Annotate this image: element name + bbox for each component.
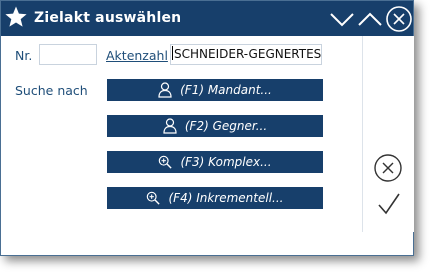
ok-button[interactable]: [375, 191, 403, 217]
title-bar: Zielakt auswählen: [1, 1, 413, 36]
minimize-button[interactable]: [329, 7, 355, 31]
inkrementell-search-button[interactable]: (F4) Inkrementell...: [107, 187, 323, 209]
close-circle-icon: [386, 6, 412, 32]
aktenzahl-label: Aktenzahl: [106, 48, 168, 63]
inkrementell-button-label: (F4) Inkrementell...: [168, 191, 284, 205]
dialog-window: Zielakt auswählen Nr. Aktenzahl SCHNEIDE…: [0, 0, 414, 256]
window-title: Zielakt auswählen: [34, 10, 182, 26]
mandant-button-label: (F1) Mandant...: [180, 83, 272, 97]
zoom-in-icon: [147, 191, 161, 205]
star-icon: [5, 6, 27, 27]
chevron-up-icon: [358, 12, 382, 26]
nr-input[interactable]: [39, 44, 97, 65]
maximize-button[interactable]: [357, 7, 383, 31]
cancel-button[interactable]: [373, 153, 403, 183]
zoom-in-icon: [159, 155, 173, 169]
komplex-search-button[interactable]: (F3) Komplex...: [107, 151, 323, 173]
nr-label: Nr.: [15, 48, 33, 63]
aktenzahl-value: SCHNEIDER-GEGNERTEST: [174, 47, 322, 61]
aktenzahl-input[interactable]: SCHNEIDER-GEGNERTEST: [170, 44, 322, 65]
checkmark-icon: [378, 193, 400, 215]
text-cursor: [172, 46, 173, 60]
gegner-button-label: (F2) Gegner...: [184, 119, 268, 133]
komplex-button-label: (F3) Komplex...: [180, 155, 272, 169]
close-window-button[interactable]: [385, 5, 413, 33]
person-icon: [163, 118, 177, 134]
chevron-down-icon: [330, 13, 354, 27]
cancel-circle-icon: [374, 154, 402, 182]
mandant-search-button[interactable]: (F1) Mandant...: [107, 79, 323, 101]
suche-nach-label: Suche nach: [15, 83, 88, 98]
gegner-search-button[interactable]: (F2) Gegner...: [107, 115, 323, 137]
person-icon: [158, 82, 172, 98]
